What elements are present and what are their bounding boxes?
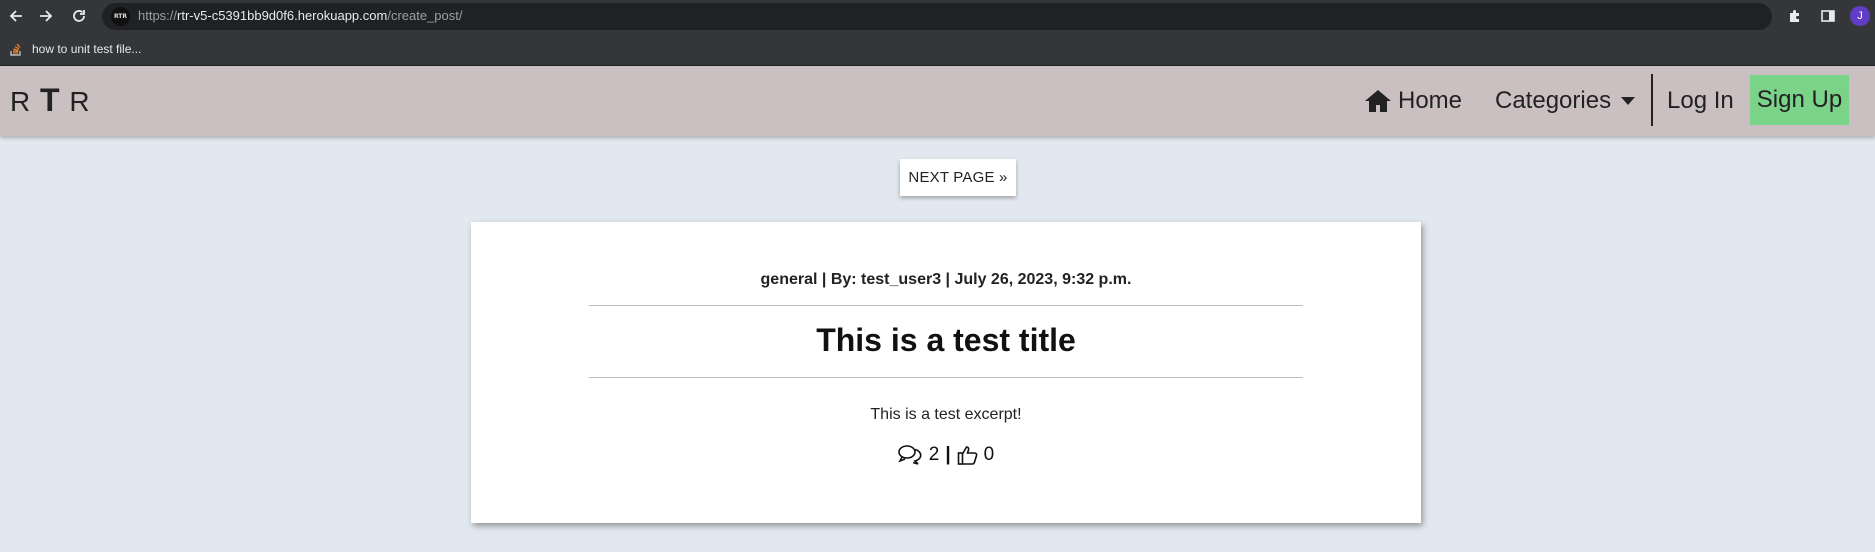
post-meta: general | By: test_user3 | July 26, 2023… (760, 271, 1132, 288)
nav-home-link[interactable]: Home (1364, 87, 1462, 115)
back-button[interactable] (4, 4, 28, 28)
side-panel-button[interactable] (1818, 6, 1838, 26)
nav-login-label: Log In (1667, 87, 1734, 114)
arrow-right-icon (40, 10, 53, 22)
nav-home-label: Home (1398, 87, 1463, 114)
nav-categories-label: Categories (1495, 87, 1612, 114)
nav-divider (1651, 74, 1653, 126)
url-text: https://rtr-v5-c5391bb9d0f6.herokuapp.co… (138, 8, 462, 23)
nav-categories-dropdown[interactable]: Categories (1495, 87, 1636, 115)
post-card[interactable]: general | By: test_user3 | July 26, 2023… (471, 222, 1421, 523)
logo-letter-right: R (69, 86, 91, 117)
nav-login-link[interactable]: Log In (1667, 87, 1734, 115)
post-excerpt: This is a test excerpt! (870, 406, 1022, 423)
post-stats: 2 | 0 (471, 444, 1421, 466)
bookmark-label: how to unit test file... (32, 42, 142, 56)
arrow-left-icon (9, 10, 22, 22)
side-panel-icon (1821, 10, 1835, 22)
like-count: 0 (983, 444, 995, 465)
reload-icon (73, 10, 85, 22)
reload-button[interactable] (67, 4, 91, 28)
divider (589, 377, 1303, 378)
forward-button[interactable] (34, 4, 58, 28)
thumbs-up-icon (957, 446, 978, 465)
puzzle-icon (1790, 10, 1799, 22)
home-icon (1365, 90, 1391, 112)
logo-letter-mid: T (40, 82, 61, 118)
stats-separator: | (945, 444, 951, 465)
url-scheme: https:// (138, 8, 178, 23)
url-host: rtr-v5-c5391bb9d0f6.herokuapp.com (177, 8, 388, 23)
comments-icon (897, 445, 922, 465)
logo-letter-left: R (10, 86, 32, 117)
comment-count: 2 (928, 444, 940, 465)
signup-button[interactable]: Sign Up (1750, 75, 1849, 125)
site-logo[interactable]: R T R (10, 82, 91, 119)
caret-down-icon (1621, 97, 1636, 105)
divider (589, 305, 1303, 306)
url-path: /create_post/ (387, 8, 463, 23)
profile-avatar[interactable]: J (1850, 6, 1870, 26)
browser-toolbar: RTR https://rtr-v5-c5391bb9d0f6.herokuap… (0, 0, 1875, 32)
bookmark-item[interactable]: how to unit test file... (10, 40, 141, 58)
bookmarks-bar: how to unit test file... (0, 32, 1875, 66)
site-navbar: R T R Home Categories Log In Sign Up (0, 66, 1875, 136)
extensions-button[interactable] (1785, 6, 1805, 26)
address-bar[interactable]: RTR https://rtr-v5-c5391bb9d0f6.herokuap… (102, 3, 1772, 30)
stack-overflow-icon (10, 43, 21, 56)
next-page-button[interactable]: NEXT PAGE » (900, 159, 1016, 196)
post-title[interactable]: This is a test title (471, 322, 1421, 359)
site-favicon: RTR (111, 7, 130, 26)
